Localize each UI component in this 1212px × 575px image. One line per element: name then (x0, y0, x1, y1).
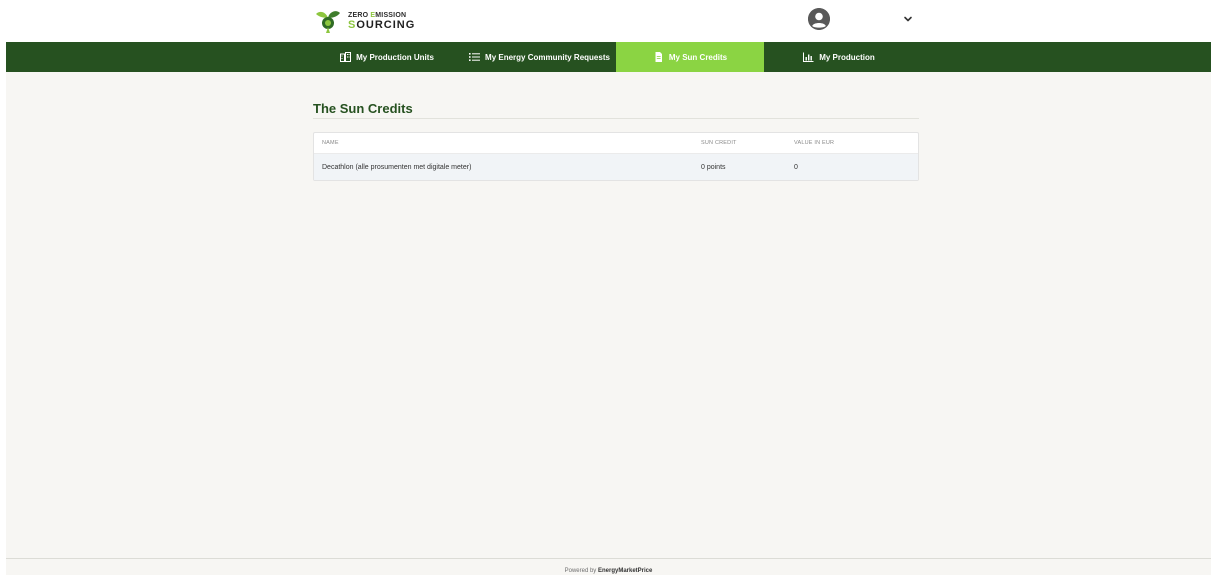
nav-item-production-units[interactable]: My Production Units (311, 42, 463, 72)
logo-line2: SOURCING (348, 18, 416, 31)
column-header-value-eur[interactable]: VALUE IN EUR (794, 133, 834, 153)
cell-value-eur: 0 (794, 164, 798, 171)
table-header: NAME SUN CREDIT VALUE IN EUR (314, 133, 918, 154)
logo-line1: ZERO EMISSION (348, 11, 407, 19)
main-nav: My Production Units My Energy Community … (6, 42, 1211, 72)
column-header-name[interactable]: NAME (322, 133, 339, 153)
page-title: The Sun Credits (313, 101, 413, 116)
user-circle-icon[interactable] (808, 8, 830, 30)
logo[interactable]: ZERO EMISSION SOURCING (314, 6, 434, 36)
cell-name: Decathlon (alle prosumenten met digitale… (322, 164, 472, 171)
document-icon (655, 52, 662, 62)
footer-brand-link[interactable]: EnergyMarketPrice (598, 568, 652, 574)
chevron-down-icon[interactable] (903, 14, 913, 24)
nav-item-label: My Sun Credits (668, 52, 728, 62)
nav-item-energy-community-requests[interactable]: My Energy Community Requests (463, 42, 616, 72)
nav-item-production[interactable]: My Production (764, 42, 914, 72)
table-row[interactable]: Decathlon (alle prosumenten met digitale… (314, 154, 918, 180)
logo-leaf-icon (316, 11, 340, 33)
building-icon (340, 52, 352, 62)
nav-item-label: My Production (819, 52, 875, 62)
cell-sun-credit: 0 points (701, 164, 726, 171)
footer-prefix: Powered by (564, 568, 598, 574)
nav-item-label: My Energy Community Requests (485, 52, 610, 62)
footer: Powered by EnergyMarketPrice (6, 568, 1211, 574)
title-divider (313, 118, 919, 119)
nav-item-sun-credits[interactable]: My Sun Credits (616, 42, 764, 72)
sun-credits-table: NAME SUN CREDIT VALUE IN EUR Decathlon (… (313, 132, 919, 181)
column-header-sun-credit[interactable]: SUN CREDIT (701, 133, 737, 153)
app-frame: ZERO EMISSION SOURCING My Production Uni… (6, 0, 1211, 575)
nav-item-label: My Production Units (356, 52, 434, 62)
logo-text: ZERO EMISSION SOURCING (348, 12, 415, 31)
bar-chart-icon (803, 52, 814, 62)
top-bar: ZERO EMISSION SOURCING (6, 0, 1211, 42)
footer-divider (6, 558, 1211, 559)
list-icon (469, 53, 481, 61)
